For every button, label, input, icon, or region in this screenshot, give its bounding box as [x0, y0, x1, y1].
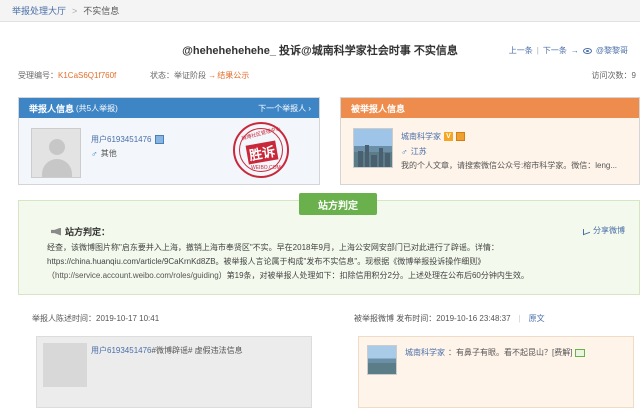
- next-reporter-link[interactable]: 下一个举报人 ›: [258, 103, 311, 114]
- complaint-user-link[interactable]: 用户6193451476: [91, 346, 152, 355]
- verdict-label-row: 站方判定：: [51, 225, 110, 238]
- complaint-time: 2019-10-17 10:41: [96, 313, 160, 323]
- breadcrumb-separator: >: [72, 5, 78, 16]
- case-id-value: K1CaS6Q1f760f: [58, 71, 117, 80]
- verdict-tab: 站方判定: [299, 193, 377, 215]
- stamp-bottom-text: WEIBO.COM: [251, 165, 281, 171]
- complaint-text: 用户6193451476#微博辟谣# 虚假违法信息: [91, 345, 243, 356]
- breadcrumb: 举报处理大厅 > 不实信息: [0, 0, 640, 22]
- case-meta: 受理编号：K1CaS6Q1f760f 状态：举证阶段 →结果公示 访问次数：9: [0, 70, 640, 84]
- chevron-right-icon: ›: [308, 103, 311, 113]
- complaint-body: 用户6193451476#微博辟谣# 虚假违法信息: [36, 336, 312, 408]
- reported-post-content: ：有鼻子有眼。看不起昆山？[费解]: [448, 348, 573, 357]
- level-badge-icon[interactable]: [456, 132, 465, 141]
- complaint-avatar[interactable]: [43, 343, 87, 387]
- prev-case-link[interactable]: 上一条: [509, 45, 533, 56]
- image-icon[interactable]: [575, 348, 586, 357]
- reporter-location: 其他: [100, 149, 117, 158]
- reported-post-time-label: 被举报微博 发布时间：: [354, 313, 437, 323]
- reported-post-body: 城南科学家 ：有鼻子有眼。看不起昆山？[费解]: [358, 336, 634, 408]
- case-id-field: 受理编号：K1CaS6Q1f760f: [18, 70, 116, 81]
- title-bar: @hehehehehehe_ 投诉@城南科学家社会时事 不实信息 上一条 | 下…: [0, 38, 640, 60]
- reporter-name-link[interactable]: 用户6193451476: [91, 134, 152, 145]
- verdict-text: 经查，该微博图片称"启东要并入上海，撤销上海市奉贤区"不实。早在2018年9月，…: [47, 241, 635, 283]
- eye-icon: [582, 47, 592, 54]
- complaint-content: #微博辟谣# 虚假违法信息: [151, 346, 243, 355]
- reported-post-header: 被举报微博 发布时间： 2019-10-16 23:48:37 | 原文: [340, 310, 640, 326]
- reported-post-time: 2019-10-16 23:48:37: [436, 313, 511, 323]
- male-icon: ♂: [401, 146, 408, 157]
- next-reporter-label: 下一个举报人: [258, 103, 307, 113]
- header-separator: |: [518, 313, 521, 323]
- case-status-label: 状态：: [150, 71, 174, 80]
- reported-panel: 被举报人信息 城南科学家 V ♂ 江苏 我的个人文章，请搜索微信公众号:榕市科学…: [340, 97, 640, 185]
- verified-icon[interactable]: V: [444, 132, 453, 141]
- reported-avatar[interactable]: [353, 128, 393, 168]
- reported-location: 江苏: [410, 147, 427, 156]
- reporter-heading: 举报人信息: [29, 103, 75, 114]
- reporter-avatar[interactable]: [31, 128, 81, 178]
- visit-count: 访问次数：9: [591, 71, 636, 80]
- guide-link[interactable]: http://service.account.weibo.com/roles/g…: [55, 271, 219, 280]
- reported-name-link[interactable]: 城南科学家: [401, 131, 441, 142]
- reporter-count: (共5人举报): [76, 103, 118, 113]
- original-post-link[interactable]: 原文: [529, 313, 545, 324]
- breadcrumb-home-link[interactable]: 举报处理大厅: [12, 4, 66, 17]
- case-status-field: 状态：举证阶段 →结果公示: [150, 70, 249, 81]
- verdict-label: 站方判定：: [65, 227, 111, 237]
- share-icon: [583, 226, 590, 235]
- reported-post-section: 被举报微博 发布时间： 2019-10-16 23:48:37 | 原文 城南科…: [340, 310, 640, 408]
- reported-location-row: ♂ 江苏: [401, 146, 427, 157]
- share-label: 分享微博: [593, 226, 625, 235]
- next-case-link[interactable]: 下一条: [543, 45, 567, 56]
- next-arrow: →: [570, 46, 579, 55]
- win-stamp: 微博社区管理中心 胜诉 WEIBO.COM: [233, 122, 289, 178]
- reported-panel-header: 被举报人信息: [341, 98, 639, 118]
- status-result: 结果公示: [217, 71, 250, 80]
- nav-separator: |: [536, 46, 539, 55]
- reported-name-row: 城南科学家 V: [401, 131, 465, 142]
- case-navigation: 上一条 | 下一条 → @黎黎哥: [509, 45, 628, 56]
- reporter-name-row: 用户6193451476: [91, 134, 164, 145]
- reported-post-avatar[interactable]: [367, 345, 397, 375]
- share-weibo-button[interactable]: 分享微博: [583, 225, 625, 236]
- complaint-time-label: 举报人陈述时间：: [32, 313, 96, 323]
- breadcrumb-current: 不实信息: [83, 6, 120, 16]
- reported-bio: 我的个人文章，请搜索微信公众号:榕市科学家。微信：leng...: [401, 161, 618, 170]
- complaint-section: 举报人陈述时间： 2019-10-17 10:41 用户6193451476#微…: [18, 310, 320, 408]
- reported-heading: 被举报人信息: [351, 103, 406, 114]
- male-icon: ♂: [91, 148, 98, 159]
- reporter-panel: 举报人信息 (共5人举报) 下一个举报人 › 用户6193451476 ♂ 其他…: [18, 97, 320, 185]
- verdict-text-b: ）第19条，对被举报人处理如下：扣除信用积分2分。上述处理在公布后60分钟内生效…: [218, 271, 529, 280]
- verdict-panel: 站方判定 站方判定： 分享微博 经查，该微博图片称"启东要并入上海，撤销上海市奉…: [18, 193, 640, 295]
- reported-post-text: 城南科学家 ：有鼻子有眼。看不起昆山？[费解]: [405, 347, 586, 358]
- arrow-right-icon: →: [208, 71, 217, 80]
- reporter-location-row: ♂ 其他: [91, 148, 117, 159]
- status-stage: 举证阶段: [174, 71, 206, 80]
- complaint-header: 举报人陈述时间： 2019-10-17 10:41: [18, 310, 320, 326]
- case-id-label: 受理编号：: [18, 71, 58, 80]
- megaphone-icon: [51, 227, 61, 236]
- reported-post-user-link[interactable]: 城南科学家: [405, 347, 445, 358]
- next-case-user-link[interactable]: @黎黎哥: [596, 45, 628, 56]
- member-badge-icon[interactable]: [154, 135, 164, 144]
- reporter-panel-header: 举报人信息 (共5人举报) 下一个举报人 ›: [19, 98, 319, 118]
